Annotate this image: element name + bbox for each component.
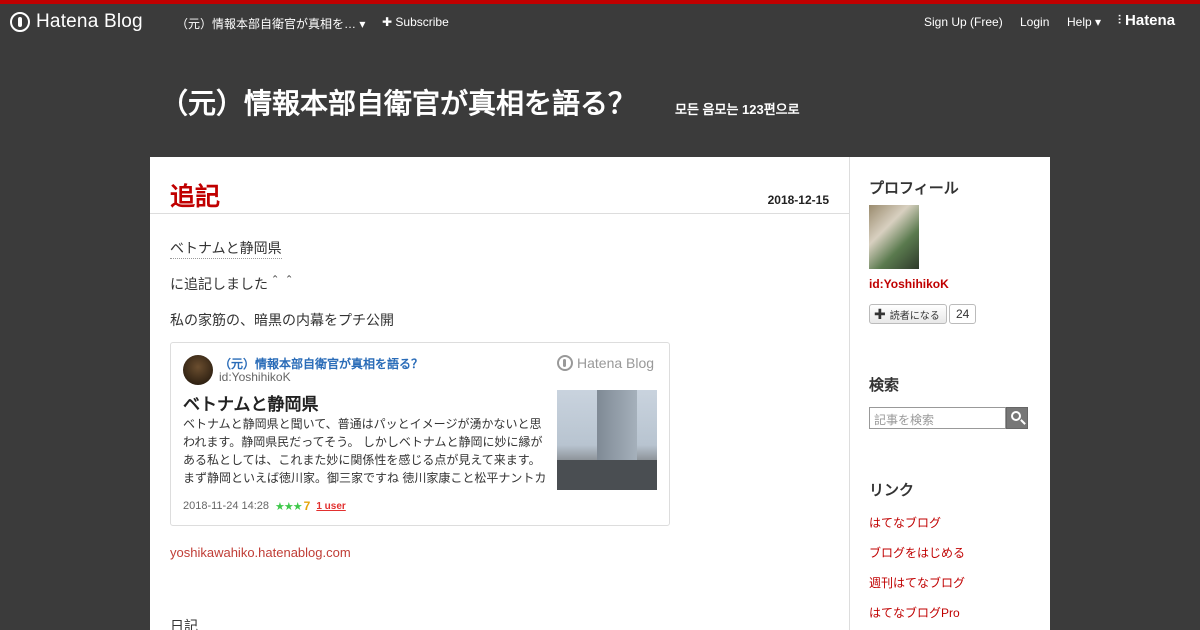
card-author-id[interactable]: id:YoshihikoK [219,370,291,384]
star-count: 7 [303,499,311,513]
blog-url-link[interactable]: yoshikawahiko.hatenablog.com [170,545,351,560]
embedded-blog-card[interactable]: （元）情報本部自衛官が真相を語る？ id:YoshihikoK Hatena B… [170,342,670,526]
plus-icon: ✚ [382,15,393,29]
entry-paragraph: 私の家筋の、暗黒の内幕をプチ公開 [170,312,394,328]
search-button[interactable] [1006,407,1028,429]
blog-title[interactable]: （元）情報本部自衛官が真相を語る？ [160,82,636,122]
help-menu[interactable]: Help ▾ [1067,15,1101,29]
sidebar-link-hatenablog[interactable]: はてなブログ [869,514,941,531]
global-header: Hatena Blog （元）情報本部自衛官が真相を… ▾ ✚ Subscrib… [0,4,1200,40]
sidebar-link-pro[interactable]: はてなブログPro [869,604,960,621]
subscribe-label: Subscribe [395,15,449,29]
signup-link[interactable]: Sign Up (Free) [924,15,1003,29]
search-heading: 検索 [869,377,900,394]
card-heading[interactable]: ベトナムと静岡県 [183,390,319,415]
bookmark-users-link[interactable]: 1 user [316,501,345,512]
hatena-blog-logo-icon [557,355,573,371]
entry-date[interactable]: 2018-12-15 [768,193,829,207]
card-datetime: 2018-11-24 14:28 [183,500,270,512]
hatena-brand-label: Hatena [1125,12,1176,29]
subscribe-button[interactable]: ✚ Subscribe [382,15,449,29]
profile-id-link[interactable]: id:YoshihikoK [869,277,949,291]
profile-avatar[interactable] [869,205,919,269]
search-input[interactable]: 記事を検索 [869,407,1006,429]
logo-text: Hatena Blog [36,11,143,32]
sidebar: プロフィール id:YoshihikoK ✚ 読者になる 24 検索 記事を検索… [850,157,1050,630]
entry-title[interactable]: 追記 [170,177,220,213]
entry-link-vietnam[interactable]: ベトナムと静岡県 [170,238,282,259]
profile-heading: プロフィール [869,180,959,197]
star-icon[interactable]: ★★★ [275,500,303,513]
entry-paragraph: に追記しました＾＾ [170,276,296,292]
main-content: 追記 2018-12-15 ベトナムと静岡県 に追記しました＾＾ 私の家筋の、暗… [150,157,850,630]
author-avatar[interactable] [183,355,213,385]
login-link[interactable]: Login [1020,15,1049,29]
reader-button-label: 読者になる [889,310,940,322]
hatena-blog-logo[interactable]: Hatena Blog [10,10,143,34]
sidebar-link-start-blog[interactable]: ブログをはじめる [869,544,965,561]
hatena-logo-icon: ⫶ [1118,13,1122,27]
blog-menu-dropdown[interactable]: （元）情報本部自衛官が真相を… ▾ [176,15,365,32]
card-thumbnail[interactable] [557,390,657,490]
hatena-blog-logo-icon [10,12,30,32]
card-excerpt: ベトナムと静岡県と聞いて、普通はパッとイメージが湧かないと思われます。静岡県民だ… [183,417,547,485]
sidebar-link-weekly[interactable]: 週刊はてなブログ [869,574,965,591]
blog-description: 모든 음모는 123편으로 [675,102,800,117]
hatena-brand-link[interactable]: ⫶ Hatena [1118,12,1175,29]
card-service-logo: Hatena Blog [557,355,654,371]
links-heading: リンク [869,482,915,499]
plus-icon: ✚ [874,305,886,322]
card-service-label: Hatena Blog [577,355,655,371]
card-footer: 2018-11-24 14:28 ★★★ 7 1 user [183,499,346,513]
reader-count: 24 [949,304,977,324]
divider [150,213,850,214]
category-link[interactable]: 日記 [170,616,198,630]
subscribe-reader-button[interactable]: ✚ 読者になる [869,304,947,324]
